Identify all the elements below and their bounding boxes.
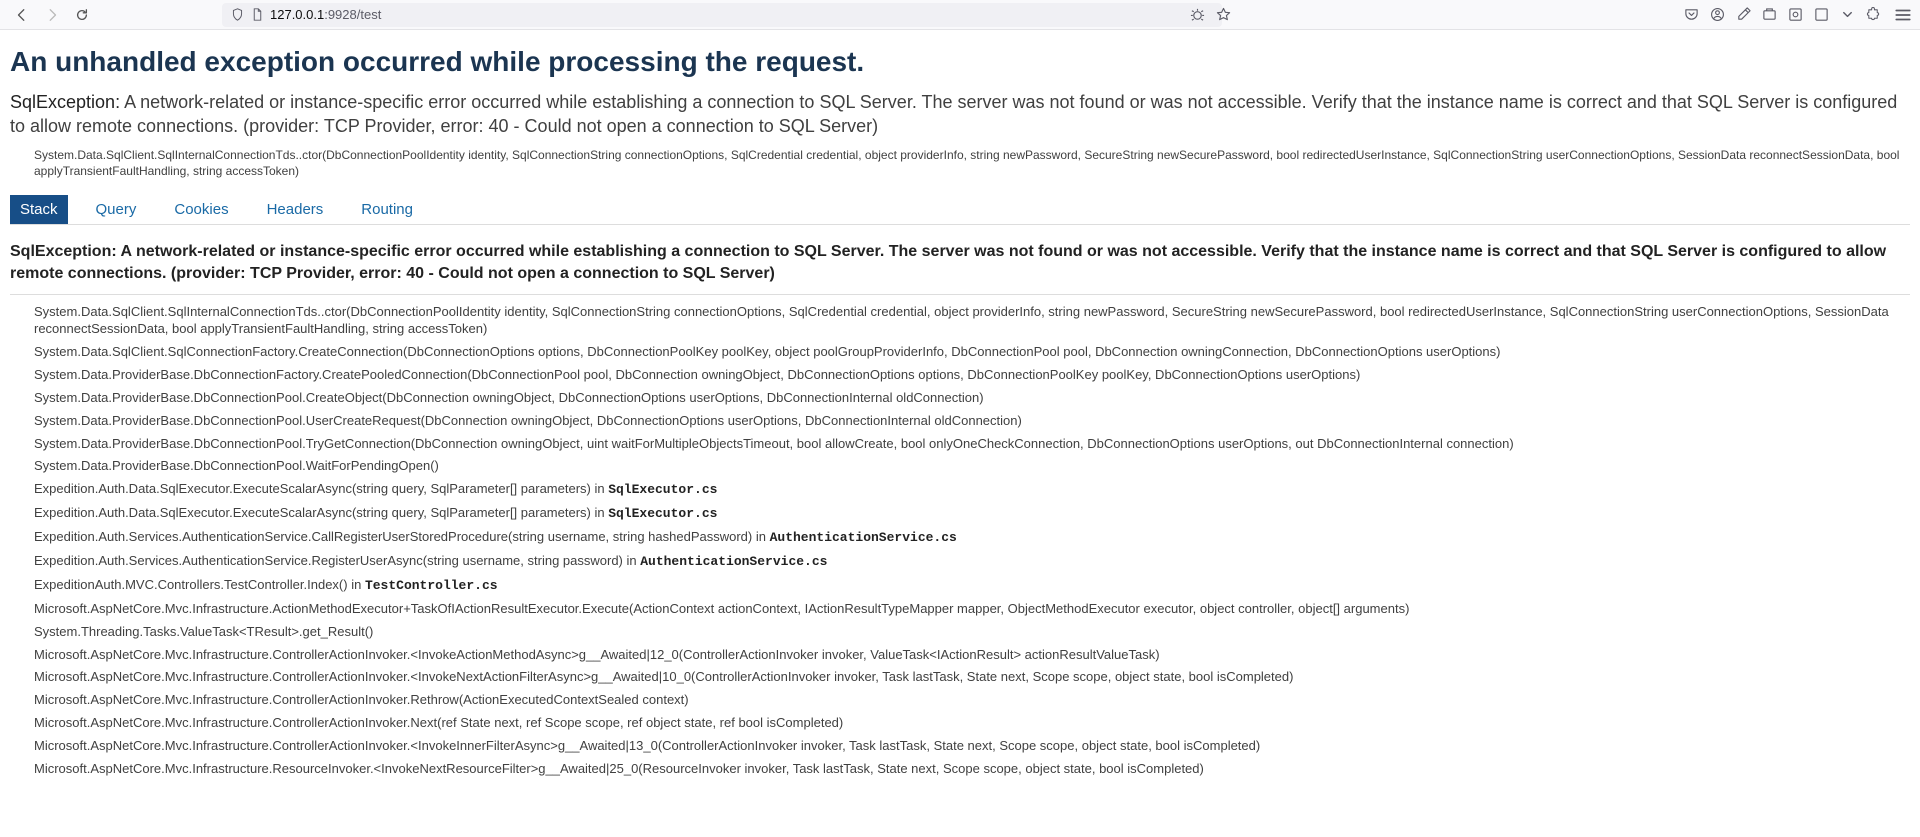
bookmark-star-icon[interactable] bbox=[1214, 6, 1232, 24]
extension-icon-1[interactable] bbox=[1760, 6, 1778, 24]
tab-routing[interactable]: Routing bbox=[351, 195, 423, 224]
tab-cookies[interactable]: Cookies bbox=[164, 195, 238, 224]
browser-toolbar: 127.0.0.1:9928/test bbox=[0, 0, 1920, 30]
stack-frame[interactable]: Microsoft.AspNetCore.Mvc.Infrastructure.… bbox=[34, 598, 1910, 621]
tab-stack[interactable]: Stack bbox=[10, 195, 68, 224]
stack-frame-text: Microsoft.AspNetCore.Mvc.Infrastructure.… bbox=[34, 761, 1204, 776]
stack-frame-text: Microsoft.AspNetCore.Mvc.Infrastructure.… bbox=[34, 692, 689, 707]
stack-frame-file: SqlExecutor.cs bbox=[608, 482, 717, 497]
arrow-right-icon bbox=[45, 8, 59, 22]
stack-frame-text: ExpeditionAuth.MVC.Controllers.TestContr… bbox=[34, 577, 365, 592]
stack-frame-text: System.Data.ProviderBase.DbConnectionPoo… bbox=[34, 390, 984, 405]
stack-frame-text: System.Data.SqlClient.SqlInternalConnect… bbox=[34, 304, 1889, 336]
stack-frame-text: System.Data.ProviderBase.DbConnectionFac… bbox=[34, 367, 1360, 382]
stack-frame[interactable]: System.Data.SqlClient.SqlInternalConnect… bbox=[34, 301, 1910, 341]
stack-frame-file: TestController.cs bbox=[365, 578, 498, 593]
stack-frame[interactable]: Expedition.Auth.Data.SqlExecutor.Execute… bbox=[34, 478, 1910, 502]
address-bar[interactable]: 127.0.0.1:9928/test bbox=[222, 3, 1222, 27]
hamburger-menu-icon[interactable] bbox=[1894, 6, 1912, 24]
stack-frame[interactable]: Expedition.Auth.Data.SqlExecutor.Execute… bbox=[34, 502, 1910, 526]
exception-message: A network-related or instance-specific e… bbox=[10, 92, 1897, 136]
stack-frame[interactable]: Expedition.Auth.Services.AuthenticationS… bbox=[34, 550, 1910, 574]
stack-frame[interactable]: Microsoft.AspNetCore.Mvc.Infrastructure.… bbox=[34, 735, 1910, 758]
reload-icon bbox=[75, 8, 89, 22]
stack-frame-text: Microsoft.AspNetCore.Mvc.Infrastructure.… bbox=[34, 669, 1293, 684]
exception-type: SqlException: bbox=[10, 92, 120, 112]
stack-frame-file: SqlExecutor.cs bbox=[608, 506, 717, 521]
eyedropper-icon[interactable] bbox=[1734, 6, 1752, 24]
stack-frame-text: Expedition.Auth.Services.AuthenticationS… bbox=[34, 529, 770, 544]
stack-frame[interactable]: System.Data.ProviderBase.DbConnectionPoo… bbox=[34, 433, 1910, 456]
chevron-down-icon[interactable] bbox=[1838, 6, 1856, 24]
stack-frame[interactable]: System.Data.SqlClient.SqlConnectionFacto… bbox=[34, 341, 1910, 364]
stack-frame-text: System.Data.ProviderBase.DbConnectionPoo… bbox=[34, 436, 1514, 451]
stack-frame-text: System.Data.ProviderBase.DbConnectionPoo… bbox=[34, 413, 1022, 428]
stack-frame[interactable]: Microsoft.AspNetCore.Mvc.Infrastructure.… bbox=[34, 666, 1910, 689]
stack-frame[interactable]: Expedition.Auth.Services.AuthenticationS… bbox=[34, 526, 1910, 550]
nav-button-group bbox=[8, 2, 96, 28]
stack-frame-text: Microsoft.AspNetCore.Mvc.Infrastructure.… bbox=[34, 647, 1160, 662]
stack-frame-text: Microsoft.AspNetCore.Mvc.Infrastructure.… bbox=[34, 715, 843, 730]
stack-frame-text: System.Data.ProviderBase.DbConnectionPoo… bbox=[34, 458, 439, 473]
stack-frame-text: Expedition.Auth.Data.SqlExecutor.Execute… bbox=[34, 505, 608, 520]
exception-top-frame: System.Data.SqlClient.SqlInternalConnect… bbox=[10, 147, 1910, 179]
stack-frame-file: AuthenticationService.cs bbox=[770, 530, 957, 545]
error-page: An unhandled exception occurred while pr… bbox=[0, 30, 1920, 821]
stack-frame-file: AuthenticationService.cs bbox=[640, 554, 827, 569]
stack-frame[interactable]: Microsoft.AspNetCore.Mvc.Infrastructure.… bbox=[34, 712, 1910, 735]
stack-frame-text: System.Threading.Tasks.ValueTask<TResult… bbox=[34, 624, 373, 639]
stack-frame[interactable]: Microsoft.AspNetCore.Mvc.Infrastructure.… bbox=[34, 644, 1910, 667]
pocket-icon[interactable] bbox=[1682, 6, 1700, 24]
stack-frames-list: System.Data.SqlClient.SqlInternalConnect… bbox=[10, 301, 1910, 781]
stack-frame[interactable]: System.Data.ProviderBase.DbConnectionPoo… bbox=[34, 387, 1910, 410]
bug-icon[interactable] bbox=[1188, 6, 1206, 24]
tab-headers[interactable]: Headers bbox=[257, 195, 334, 224]
stack-frame-text: Expedition.Auth.Data.SqlExecutor.Execute… bbox=[34, 481, 608, 496]
stack-section-header: SqlException: A network-related or insta… bbox=[10, 237, 1910, 295]
stack-frame[interactable]: System.Data.ProviderBase.DbConnectionFac… bbox=[34, 364, 1910, 387]
extension-icon-3[interactable] bbox=[1812, 6, 1830, 24]
stack-frame[interactable]: Microsoft.AspNetCore.Mvc.Infrastructure.… bbox=[34, 689, 1910, 712]
url-bar-right-icons bbox=[1188, 6, 1232, 24]
toolbar-extensions bbox=[1682, 6, 1912, 24]
stack-frame-text: System.Data.SqlClient.SqlConnectionFacto… bbox=[34, 344, 1500, 359]
forward-button[interactable] bbox=[38, 2, 66, 28]
stack-frame-text: Microsoft.AspNetCore.Mvc.Infrastructure.… bbox=[34, 738, 1260, 753]
page-title: An unhandled exception occurred while pr… bbox=[10, 46, 1910, 78]
url-text: 127.0.0.1:9928/test bbox=[270, 7, 381, 22]
account-icon[interactable] bbox=[1708, 6, 1726, 24]
stack-frame[interactable]: Microsoft.AspNetCore.Mvc.Infrastructure.… bbox=[34, 758, 1910, 781]
tab-query[interactable]: Query bbox=[86, 195, 147, 224]
page-icon bbox=[250, 8, 264, 22]
extension-icon-2[interactable] bbox=[1786, 6, 1804, 24]
stack-frame[interactable]: System.Data.ProviderBase.DbConnectionPoo… bbox=[34, 455, 1910, 478]
stack-frame[interactable]: ExpeditionAuth.MVC.Controllers.TestContr… bbox=[34, 574, 1910, 598]
extensions-puzzle-icon[interactable] bbox=[1864, 6, 1882, 24]
stack-frame-text: Microsoft.AspNetCore.Mvc.Infrastructure.… bbox=[34, 601, 1409, 616]
exception-summary: SqlException: A network-related or insta… bbox=[10, 90, 1910, 139]
page-viewport[interactable]: An unhandled exception occurred while pr… bbox=[0, 30, 1920, 837]
shield-icon bbox=[230, 8, 244, 22]
reload-button[interactable] bbox=[68, 2, 96, 28]
arrow-left-icon bbox=[15, 8, 29, 22]
back-button[interactable] bbox=[8, 2, 36, 28]
stack-frame[interactable]: System.Data.ProviderBase.DbConnectionPoo… bbox=[34, 410, 1910, 433]
stack-frame[interactable]: System.Threading.Tasks.ValueTask<TResult… bbox=[34, 621, 1910, 644]
tab-row: Stack Query Cookies Headers Routing bbox=[10, 195, 1910, 225]
stack-frame-text: Expedition.Auth.Services.AuthenticationS… bbox=[34, 553, 640, 568]
